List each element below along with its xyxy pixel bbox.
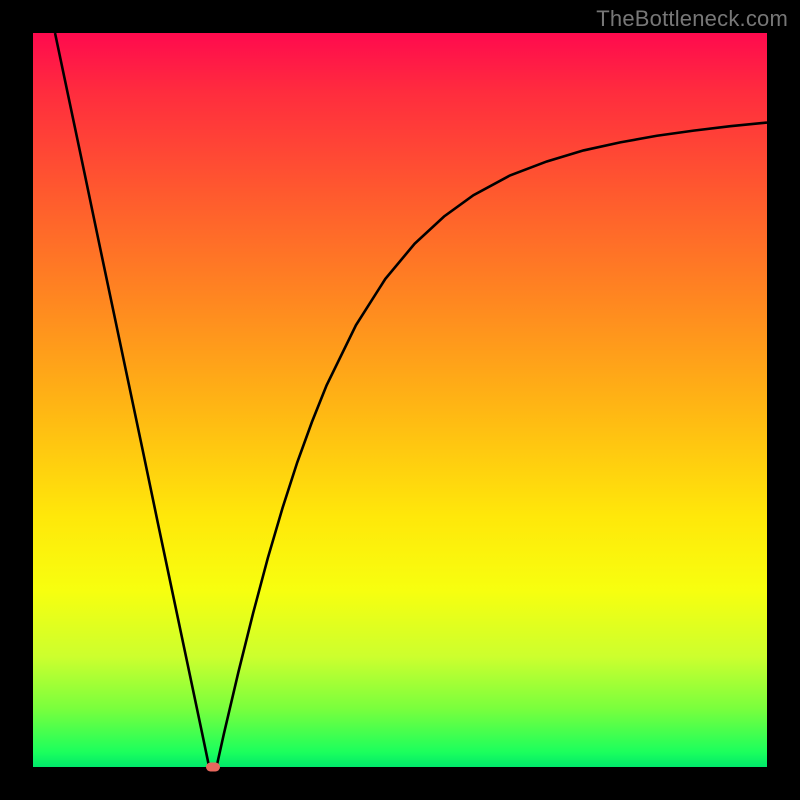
chart-frame: TheBottleneck.com	[0, 0, 800, 800]
watermark-text: TheBottleneck.com	[596, 6, 788, 32]
optimal-point-marker	[206, 763, 220, 772]
curve-path	[55, 33, 767, 767]
plot-area	[33, 33, 767, 767]
bottleneck-curve	[33, 33, 767, 767]
